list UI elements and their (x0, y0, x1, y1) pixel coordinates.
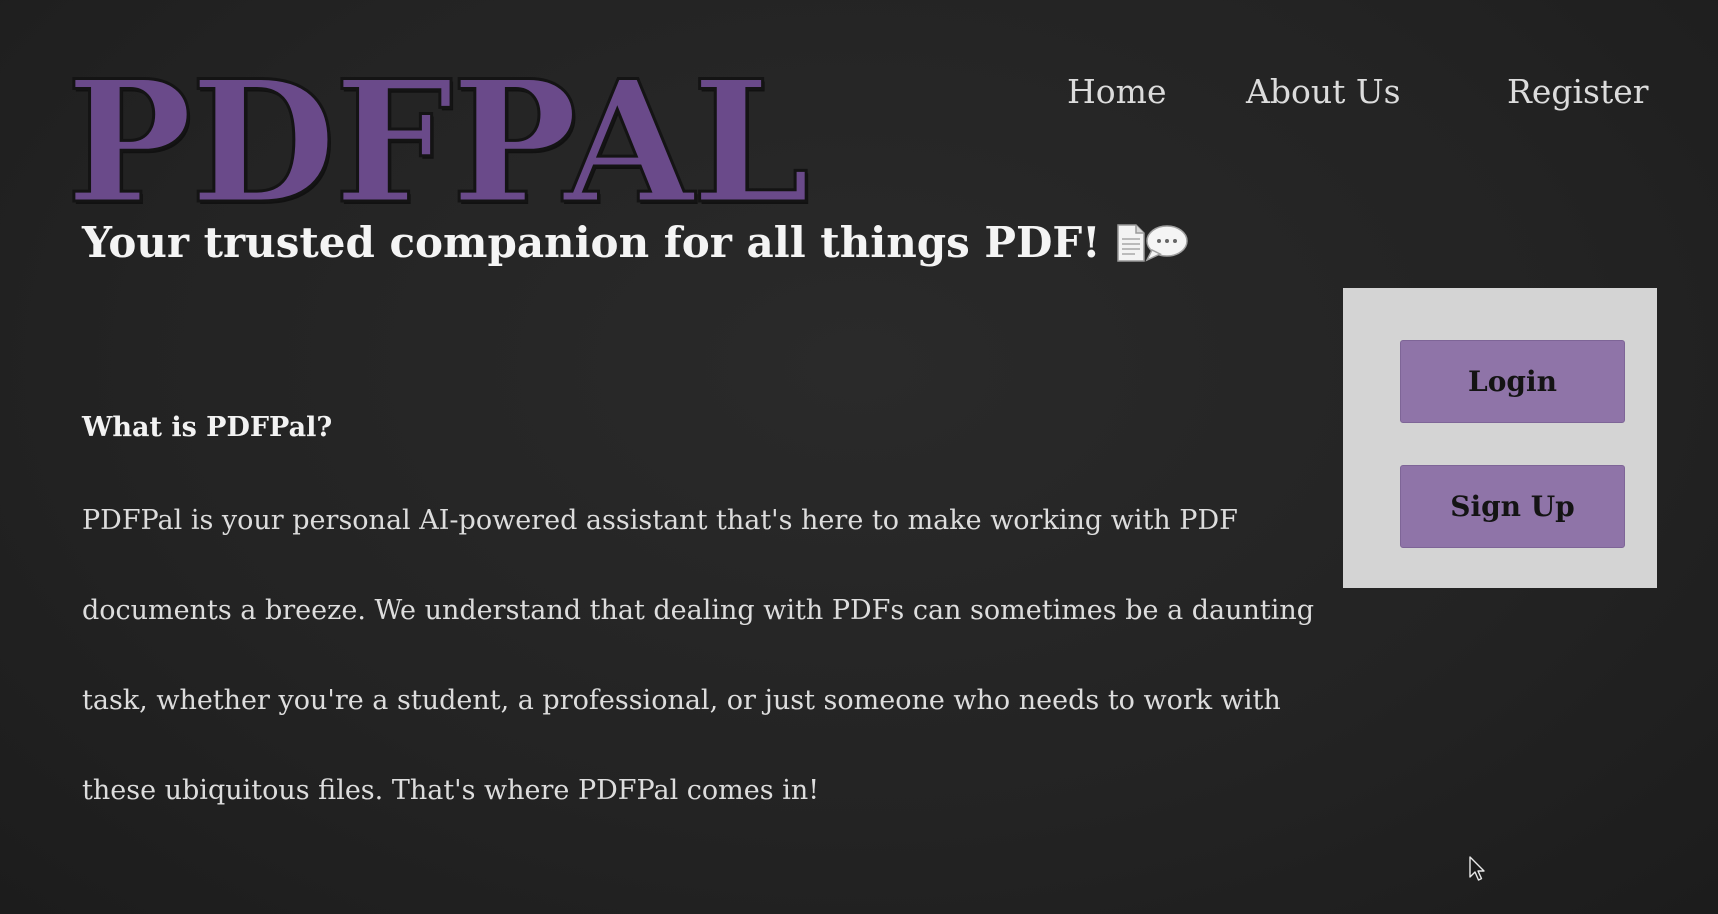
tagline-emoji-group (1115, 223, 1189, 263)
nav-link-about-us[interactable]: About Us (1246, 72, 1401, 111)
mouse-cursor-icon (1469, 856, 1485, 881)
about-heading: What is PDFPal? (82, 412, 333, 443)
hero-tagline: Your trusted companion for all things PD… (82, 218, 1189, 267)
description-line: documents a breeze. We understand that d… (82, 595, 1315, 626)
description-line: task, whether you're a student, a profes… (82, 685, 1281, 716)
login-button[interactable]: Login (1400, 340, 1625, 423)
nav-link-home[interactable]: Home (1067, 72, 1166, 111)
about-description: PDFPal is your personal AI-powered assis… (82, 495, 1315, 855)
sign-up-button[interactable]: Sign Up (1400, 465, 1625, 548)
top-navigation: Home About Us Register (0, 72, 1718, 112)
hero-tagline-text: Your trusted companion for all things PD… (82, 218, 1101, 267)
nav-link-register[interactable]: Register (1507, 72, 1649, 111)
speech-bubble-icon (1144, 224, 1188, 262)
auth-panel: Login Sign Up (1343, 288, 1657, 588)
description-line: these ubiquitous files. That's where PDF… (82, 775, 820, 806)
description-line: PDFPal is your personal AI-powered assis… (82, 505, 1238, 536)
